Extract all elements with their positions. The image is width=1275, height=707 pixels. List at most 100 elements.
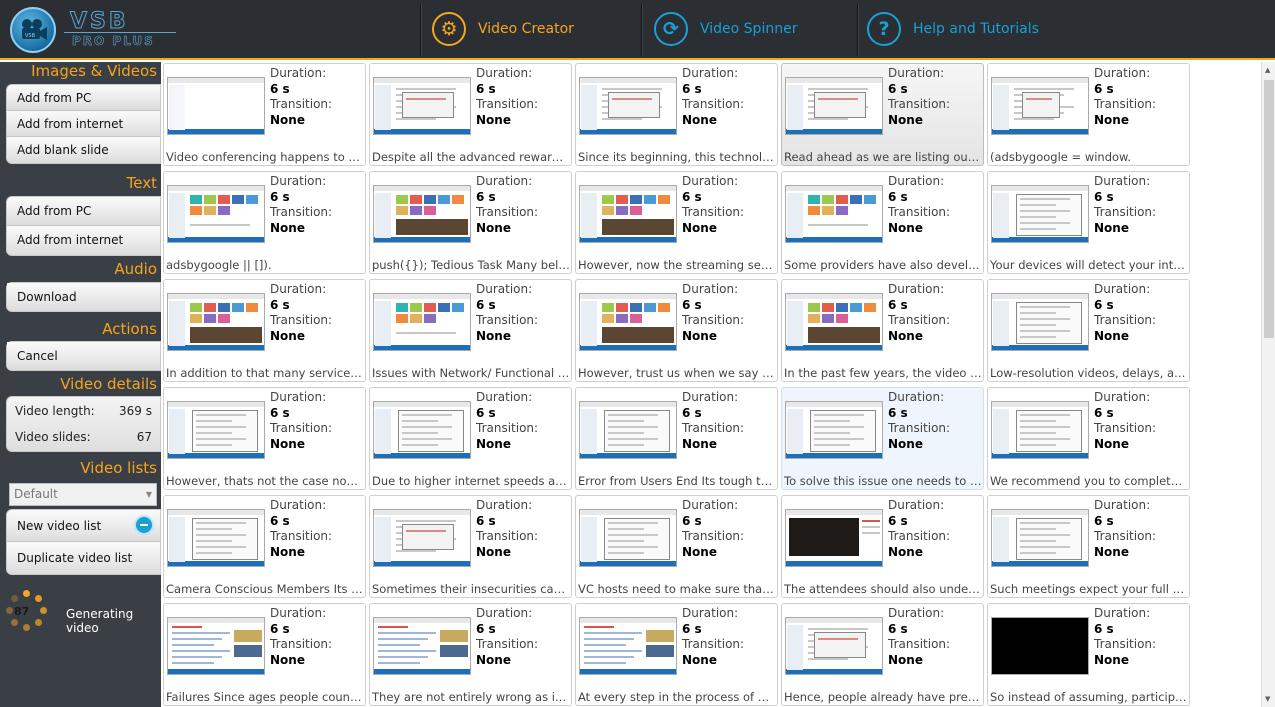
- slide-card[interactable]: Duration: 6 s Transition: None At every …: [575, 603, 778, 706]
- slide-card[interactable]: Duration: 6 s Transition: None Camera Co…: [163, 495, 366, 598]
- slide-card[interactable]: Duration: 6 s Transition: None Despite a…: [369, 63, 572, 166]
- slide-thumbnail[interactable]: [373, 77, 471, 135]
- duration-value: 6 s: [1094, 189, 1114, 204]
- slide-card[interactable]: Duration: 6 s Transition: None They are …: [369, 603, 572, 706]
- slide-card[interactable]: Duration: 6 s Transition: None However, …: [163, 387, 366, 490]
- slide-card[interactable]: Duration: 6 s Transition: None Since its…: [575, 63, 778, 166]
- duration-label: Duration:: [476, 606, 533, 620]
- slide-card[interactable]: Duration: 6 s Transition: None Video con…: [163, 63, 366, 166]
- slide-thumbnail[interactable]: [373, 509, 471, 567]
- slide-card[interactable]: Duration: 6 s Transition: None push({});…: [369, 171, 572, 274]
- add-image-from-internet-button[interactable]: Add from internet: [7, 111, 160, 137]
- slide-card[interactable]: Duration: 6 s Transition: None Hence, pe…: [781, 603, 984, 706]
- slide-card[interactable]: Duration: 6 s Transition: None We recomm…: [987, 387, 1190, 490]
- nav-help-tutorials[interactable]: ? Help and Tutorials: [867, 11, 1039, 47]
- slide-thumbnail[interactable]: [785, 509, 883, 567]
- slide-thumbnail[interactable]: [785, 185, 883, 243]
- slide-thumbnail[interactable]: [167, 401, 265, 459]
- slide-card[interactable]: Duration: 6 s Transition: None Sometimes…: [369, 495, 572, 598]
- duration-value: 6 s: [270, 189, 290, 204]
- slide-card[interactable]: Duration: 6 s Transition: None To solve …: [781, 387, 984, 490]
- slide-thumbnail[interactable]: [373, 293, 471, 351]
- slide-thumbnail[interactable]: [991, 185, 1089, 243]
- transition-label: Transition:: [1094, 97, 1157, 111]
- slide-card[interactable]: Duration: 6 s Transition: None However, …: [575, 279, 778, 382]
- slide-card[interactable]: Duration: 6 s Transition: None VC hosts …: [575, 495, 778, 598]
- slide-card[interactable]: Duration: 6 s Transition: None Due to hi…: [369, 387, 572, 490]
- new-video-list-button[interactable]: New video list: [7, 510, 160, 542]
- slide-caption: So instead of assuming, participan...: [990, 690, 1188, 704]
- slide-card[interactable]: Duration: 6 s Transition: None Read ahea…: [781, 63, 984, 166]
- slide-thumbnail[interactable]: [579, 185, 677, 243]
- scrollbar-thumb[interactable]: [1264, 80, 1274, 338]
- slide-thumbnail[interactable]: [167, 77, 265, 135]
- slide-thumbnail[interactable]: [991, 293, 1089, 351]
- duration-label: Duration:: [270, 282, 327, 296]
- slide-meta: Duration: 6 s Transition: None: [682, 498, 744, 560]
- remove-list-icon[interactable]: [134, 515, 154, 535]
- slide-card[interactable]: Duration: 6 s Transition: None Such meet…: [987, 495, 1190, 598]
- scroll-down-arrow-icon[interactable]: ▼: [1265, 695, 1270, 703]
- duration-label: Duration:: [476, 66, 533, 80]
- slide-card[interactable]: Duration: 6 s Transition: None However, …: [575, 171, 778, 274]
- nav-help-tutorials-label: Help and Tutorials: [913, 21, 1039, 37]
- slide-card[interactable]: Duration: 6 s Transition: None Your devi…: [987, 171, 1190, 274]
- slide-card[interactable]: Duration: 6 s Transition: None adsbygoog…: [163, 171, 366, 274]
- slide-thumbnail[interactable]: [991, 77, 1089, 135]
- actions-buttons: Cancel: [6, 341, 161, 371]
- slide-card[interactable]: Duration: 6 s Transition: None In additi…: [163, 279, 366, 382]
- slide-thumbnail[interactable]: [991, 617, 1089, 675]
- slide-card[interactable]: Duration: 6 s Transition: None Low-resol…: [987, 279, 1190, 382]
- download-audio-button[interactable]: Download: [7, 283, 160, 311]
- slide-thumbnail[interactable]: [167, 185, 265, 243]
- transition-label: Transition:: [682, 97, 745, 111]
- slide-caption: push({}); Tedious Task Many belie...: [372, 258, 570, 272]
- slide-thumbnail[interactable]: [579, 293, 677, 351]
- slide-thumbnail[interactable]: [991, 509, 1089, 567]
- duplicate-video-list-button[interactable]: Duplicate video list: [7, 542, 160, 574]
- slide-thumbnail[interactable]: [579, 617, 677, 675]
- slide-thumbnail[interactable]: [373, 401, 471, 459]
- slide-meta: Duration: 6 s Transition: None: [476, 498, 538, 560]
- add-image-from-pc-button[interactable]: Add from PC: [7, 85, 160, 111]
- duration-value: 6 s: [888, 405, 908, 420]
- slide-thumbnail[interactable]: [579, 509, 677, 567]
- nav-video-spinner[interactable]: ⟳ Video Spinner: [654, 11, 797, 47]
- slide-card[interactable]: Duration: 6 s Transition: None (adsbygoo…: [987, 63, 1190, 166]
- slide-thumbnail[interactable]: [373, 185, 471, 243]
- slide-thumbnail[interactable]: [785, 617, 883, 675]
- vertical-scrollbar[interactable]: ▲ ▼: [1261, 62, 1275, 707]
- slide-card[interactable]: Duration: 6 s Transition: None Error fro…: [575, 387, 778, 490]
- slide-card[interactable]: Duration: 6 s Transition: None So instea…: [987, 603, 1190, 706]
- slide-card[interactable]: Duration: 6 s Transition: None Issues wi…: [369, 279, 572, 382]
- slide-meta: Duration: 6 s Transition: None: [270, 66, 332, 128]
- slide-card[interactable]: Duration: 6 s Transition: None Failures …: [163, 603, 366, 706]
- slide-meta: Duration: 6 s Transition: None: [270, 606, 332, 668]
- nav-video-creator[interactable]: ⚙ Video Creator: [432, 11, 574, 47]
- progress-label: Generating video: [66, 607, 134, 635]
- video-list-select[interactable]: Default ▼: [9, 483, 157, 506]
- slide-thumbnail[interactable]: [167, 617, 265, 675]
- cancel-button[interactable]: Cancel: [7, 342, 160, 370]
- slide-thumbnail[interactable]: [785, 77, 883, 135]
- slide-thumbnail[interactable]: [167, 509, 265, 567]
- slide-card[interactable]: Duration: 6 s Transition: None In the pa…: [781, 279, 984, 382]
- add-text-from-internet-button[interactable]: Add from internet: [7, 226, 160, 255]
- transition-value: None: [682, 328, 717, 343]
- duration-label: Duration:: [1094, 174, 1151, 188]
- slide-card[interactable]: Duration: 6 s Transition: None The atten…: [781, 495, 984, 598]
- slide-thumbnail[interactable]: [579, 401, 677, 459]
- slide-thumbnail[interactable]: [579, 77, 677, 135]
- slide-caption: Hence, people already have preco...: [784, 690, 982, 704]
- slide-card[interactable]: Duration: 6 s Transition: None Some prov…: [781, 171, 984, 274]
- slide-thumbnail[interactable]: [991, 401, 1089, 459]
- slide-thumbnail[interactable]: [785, 293, 883, 351]
- slide-caption: Camera Conscious Members Its n...: [166, 582, 364, 596]
- add-blank-slide-button[interactable]: Add blank slide: [7, 137, 160, 163]
- slide-thumbnail[interactable]: [167, 293, 265, 351]
- slide-thumbnail[interactable]: [785, 401, 883, 459]
- scroll-up-arrow-icon[interactable]: ▲: [1265, 66, 1270, 74]
- add-text-from-pc-button[interactable]: Add from PC: [7, 197, 160, 226]
- slide-thumbnail[interactable]: [373, 617, 471, 675]
- duration-value: 6 s: [476, 621, 496, 636]
